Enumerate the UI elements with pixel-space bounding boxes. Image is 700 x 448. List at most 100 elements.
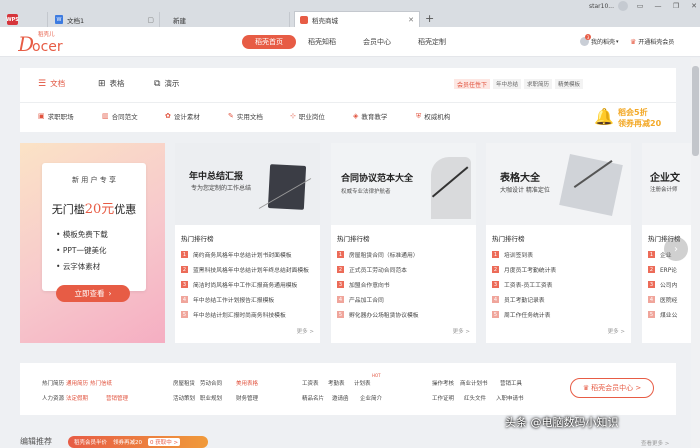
tab-close-icon[interactable]: ✕ xyxy=(408,16,414,24)
quick-link[interactable]: 营销管理 xyxy=(106,394,128,402)
palette-icon: ✿ xyxy=(165,112,171,120)
category-document[interactable]: ☰ 文档 xyxy=(38,78,65,89)
quick-link[interactable]: 考勤表 xyxy=(328,379,345,387)
tab-pin-icon[interactable]: ▢ xyxy=(147,16,154,24)
category-table[interactable]: ⊞ 表格 xyxy=(98,78,125,89)
quick-link[interactable]: 人力资源 xyxy=(42,394,64,402)
ranking-item[interactable]: 5 年中总结计划汇报时尚商务科技模板 xyxy=(181,310,317,319)
quick-link[interactable]: 商业计划书 xyxy=(460,379,488,387)
nav-member-center[interactable]: 会员中心 xyxy=(355,35,399,49)
ranking-item[interactable]: 4 年中总结工作计划报告汇报模板 xyxy=(181,295,317,304)
discount-ad[interactable]: 🔔 稻会5折 领券再减20 xyxy=(594,105,676,131)
quick-link[interactable]: 工作证明 xyxy=(432,394,454,402)
skin-icon[interactable]: ▭ xyxy=(634,1,646,11)
quick-link[interactable]: 活动策划 xyxy=(173,394,195,402)
ranking-item[interactable]: 5 周工作任务统计表 xyxy=(492,310,628,319)
ranking-item[interactable]: 2 正式员工劳动合同范本 xyxy=(337,265,473,274)
close-window-icon[interactable]: ✕ xyxy=(688,1,700,11)
tag-item[interactable]: 年中总结 xyxy=(493,79,522,89)
quick-link[interactable]: 通用简历 xyxy=(66,379,88,387)
ranking-item[interactable]: 3 工资表-员工工资表 xyxy=(492,280,628,289)
divider xyxy=(20,102,676,103)
tab-docer-mall[interactable]: 稻壳商城 ✕ xyxy=(294,11,420,27)
subnav-design[interactable]: ✿ 设计素材 xyxy=(165,111,200,121)
editor-picks-title: 编辑推荐 xyxy=(20,437,52,446)
ranking-item[interactable]: 1 培训签到表 xyxy=(492,250,628,259)
quick-link[interactable]: 工资表 xyxy=(302,379,319,387)
scrollbar-thumb[interactable] xyxy=(692,66,699,156)
banner-title: 合同协议范本大全 xyxy=(341,174,414,184)
banner-contracts[interactable]: 合同协议范本大全 权威专业法律护航者 热门排行榜 1 房屋租赁合同（标准通用） 2… xyxy=(331,143,476,343)
promo-text: 稻壳会员半价 xyxy=(74,440,108,446)
quick-link[interactable]: 营销工具 xyxy=(500,379,522,387)
ranking-item[interactable]: 4 员工考勤记录表 xyxy=(492,295,628,304)
quick-link[interactable]: 热门简历 xyxy=(42,379,64,387)
quick-link[interactable]: 劳动合同 xyxy=(200,379,222,387)
tab-new-label: 新建 xyxy=(173,16,186,25)
new-tab-button[interactable]: + xyxy=(425,12,434,25)
ranking-item[interactable]: 1 简约商务风格年中总结计划书封面模板 xyxy=(181,250,317,259)
quick-link[interactable]: 房屋租赁 xyxy=(173,379,195,387)
quick-link[interactable]: 精品名片 xyxy=(302,394,324,402)
category-presentation[interactable]: ⧉ 演示 xyxy=(154,78,179,89)
quick-link[interactable]: 企业简介 xyxy=(360,394,382,402)
nav-docer-custom[interactable]: 稻壳定制 xyxy=(410,35,454,49)
tab-document1[interactable]: W 文档1 ▢ xyxy=(50,12,160,27)
banner-year-summary[interactable]: 年中总结汇报 专为您定制的工作总结 热门排行榜 1 简约商务风格年中总结计划书封面… xyxy=(175,143,320,343)
user-name[interactable]: star10... xyxy=(589,3,614,10)
subnav-education[interactable]: ◈ 教育教学 xyxy=(353,111,387,121)
carousel-next-icon[interactable]: › xyxy=(664,237,688,261)
ranking-item[interactable]: 5 孵化器办公场租赁协议模板 xyxy=(337,310,473,319)
open-vip-link[interactable]: ♛ 开通稻壳会员 xyxy=(630,37,674,47)
subnav-job[interactable]: ▣ 求职职场 xyxy=(38,111,74,121)
subnav-authority[interactable]: ⛨ 权威机构 xyxy=(416,111,450,122)
browser-tab-bar: WPS W 文档1 ▢ 新建 稻壳商城 ✕ + star10... ▭ — ❐ … xyxy=(0,0,700,27)
tag-item[interactable]: 求职简历 xyxy=(524,79,553,89)
vip-half-price-banner[interactable]: 稻壳会员半价 领券再减20 0 获取中 > xyxy=(68,436,208,448)
scrollbar-track[interactable] xyxy=(691,58,700,448)
ranking-item[interactable]: 3 简洁时尚风格年中工作汇报商务通用模板 xyxy=(181,280,317,289)
subnav-contract[interactable]: ▥ 合同范文 xyxy=(102,111,138,121)
quick-link[interactable]: 操作考核 xyxy=(432,379,454,387)
quick-link[interactable]: 热门信纸 xyxy=(90,379,112,387)
tag-item[interactable]: 精美模板 xyxy=(555,79,584,89)
quick-link[interactable]: 职业规划 xyxy=(200,394,222,402)
minimize-icon[interactable]: — xyxy=(652,1,664,11)
tab-new[interactable]: 新建 xyxy=(168,12,290,27)
new-user-promo[interactable]: 新 用 户 专 享 无门槛20元优惠 • 模板免费下载 • PPT一键美化 • … xyxy=(20,143,165,343)
quick-link[interactable]: 财务管理 xyxy=(236,394,258,402)
ranking-title: 热门排行榜 xyxy=(492,235,525,243)
subnav-practical[interactable]: ✎ 实用文档 xyxy=(228,111,263,121)
nav-docer-knowledge[interactable]: 稻壳知稻 xyxy=(300,35,344,49)
more-link[interactable]: 更多 > xyxy=(608,327,625,335)
pencil-icon: ✎ xyxy=(228,112,234,120)
ranking-item[interactable]: 4 产品加工合同 xyxy=(337,295,473,304)
ranking-item[interactable]: 1 房屋租赁合同（标准通用） xyxy=(337,250,473,259)
maximize-icon[interactable]: ❐ xyxy=(670,1,682,11)
vip-center-button[interactable]: ♛ 稻壳会员中心 > xyxy=(570,378,654,398)
nav-docer-home[interactable]: 稻壳首页 xyxy=(242,35,296,49)
subnav-label: 教育教学 xyxy=(361,113,388,121)
more-link[interactable]: 更多 > xyxy=(297,327,314,335)
view-more-link[interactable]: 查看更多 > xyxy=(641,439,669,447)
docer-logo[interactable]: 稻壳儿 D ocer xyxy=(18,29,68,55)
site-header: 稻壳儿 D ocer 稻壳首页 稻壳知稻 会员中心 稻壳定制 3 我的稻壳 ▾ … xyxy=(0,27,700,57)
quick-link[interactable]: 入职申请书 xyxy=(496,394,524,402)
tag-highlight[interactable]: 会员任性下 xyxy=(454,79,491,89)
more-link[interactable]: 更多 > xyxy=(453,327,470,335)
banner-tables[interactable]: 表格大全 大咖设计 精准定位 热门排行榜 1 培训签到表 2 月度员工考勤统计表 3… xyxy=(486,143,631,343)
promo-tag: 0 获取中 > xyxy=(148,438,181,446)
ranking-item[interactable]: 2 蓝黑科技风格年中总结计划年终总结封面模板 xyxy=(181,265,317,274)
ranking-item[interactable]: 3 加盟合作意向书 xyxy=(337,280,473,289)
quick-link[interactable]: 计划表 xyxy=(354,379,371,387)
user-avatar-icon[interactable] xyxy=(618,1,628,11)
quick-link[interactable]: 法定假期 xyxy=(66,394,88,402)
my-docer-link[interactable]: 3 我的稻壳 ▾ xyxy=(580,34,619,46)
tab-wps[interactable]: WPS xyxy=(2,12,48,27)
view-now-button[interactable]: 立即查看 › xyxy=(56,285,130,302)
quick-link[interactable]: 美用表格 xyxy=(236,379,258,387)
quick-link[interactable]: 红头文件 xyxy=(464,394,486,402)
ranking-item[interactable]: 2 月度员工考勤统计表 xyxy=(492,265,628,274)
subnav-position[interactable]: ⊹ 职业岗位 xyxy=(290,111,325,121)
quick-link[interactable]: 邀请函 xyxy=(332,394,349,402)
